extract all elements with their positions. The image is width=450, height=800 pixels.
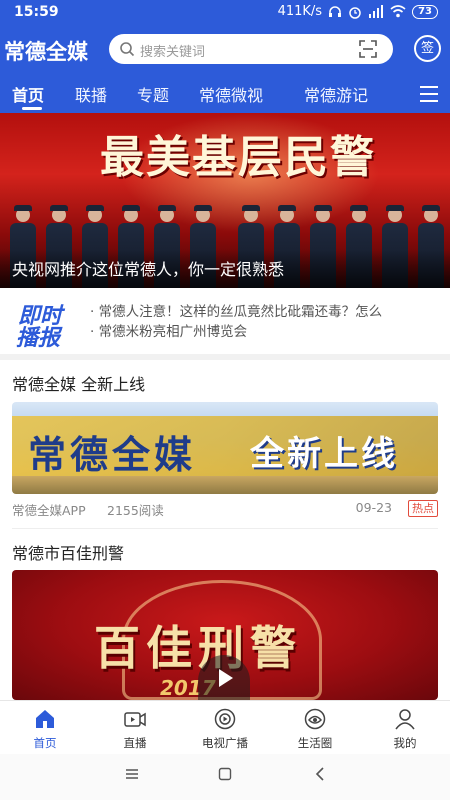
play-button[interactable] <box>198 655 250 700</box>
tab-topics[interactable]: 专题 <box>137 82 169 106</box>
flash-news-badge: 即时 播报 <box>12 298 80 351</box>
scan-icon[interactable] <box>359 40 377 58</box>
signal-icon <box>369 5 384 18</box>
alarm-icon <box>349 6 361 19</box>
article-title[interactable]: 常德全媒 全新上线 <box>12 371 145 395</box>
tab-changde-video[interactable]: 常德微视 <box>199 82 263 106</box>
article-divider <box>12 528 438 529</box>
back-icon[interactable] <box>312 766 328 782</box>
section-divider <box>0 354 450 360</box>
bottom-nav: 首页 直播 电视广播 生活圈 我的 <box>0 700 450 754</box>
image-text: 百佳刑警 <box>94 621 302 675</box>
hero-caption: 央视网推介这位常德人，你一定很熟悉 <box>12 260 285 279</box>
system-nav-bar <box>0 754 450 800</box>
flash-news-item[interactable]: · 常德米粉亮相广州博览会 <box>90 322 440 342</box>
article-source: 常德全媒APP <box>12 503 86 518</box>
active-tab-indicator <box>22 107 42 110</box>
article-date: 09-23 <box>355 500 392 515</box>
nav-label: 生活圈 <box>297 736 333 750</box>
image-text: 全新上线 <box>250 434 398 474</box>
channel-tabs: 首页 联播 专题 常德微视 常德游记 <box>0 82 450 110</box>
flash-news: 即时 播报 · 常德人注意！这样的丝瓜竟然比砒霜还毒？怎么 · 常德米粉亮相广州… <box>0 290 450 352</box>
status-icons: 411K/s 73 <box>278 4 438 19</box>
article-image[interactable]: 常德全媒 全新上线 <box>12 402 438 494</box>
home-icon <box>36 710 54 728</box>
tab-changde-travel[interactable]: 常德游记 <box>304 82 368 106</box>
app-logo: 常德全媒 <box>4 40 88 64</box>
search-box[interactable]: 搜索关键词 <box>109 34 393 64</box>
app-bar: 常德全媒 搜索关键词 签 <box>0 33 450 67</box>
nav-mine[interactable]: 我的 <box>360 707 450 751</box>
flash-news-item[interactable]: · 常德人注意！这样的丝瓜竟然比砒霜还毒？怎么 <box>90 302 440 322</box>
nav-label: 首页 <box>33 736 57 750</box>
article-title[interactable]: 常德市百佳刑警 <box>12 540 124 564</box>
search-icon <box>120 42 135 57</box>
signin-button[interactable]: 签 <box>414 35 441 62</box>
tv-broadcast-icon <box>214 708 236 730</box>
badge-line-2: 播报 <box>16 326 61 351</box>
hero-art-title: 最美基层民警 <box>100 132 376 183</box>
nav-label: 电视广播 <box>202 736 248 750</box>
battery-level: 73 <box>412 4 438 19</box>
app-header: 15:59 411K/s 73 常德全媒 搜索关键词 签 首页 联播 专题 常德… <box>0 0 450 113</box>
network-speed: 411K/s <box>277 4 323 19</box>
home-square-icon[interactable] <box>217 766 233 782</box>
image-text: 常德全媒 <box>28 433 197 477</box>
article-reads: 2155阅读 <box>107 503 164 518</box>
nav-life-circle[interactable]: 生活圈 <box>270 707 360 751</box>
status-bar: 15:59 411K/s 73 <box>0 0 450 26</box>
nav-tv-broadcast[interactable]: 电视广播 <box>180 707 270 751</box>
search-placeholder: 搜索关键词 <box>140 45 206 60</box>
channel-menu-icon[interactable] <box>420 86 438 107</box>
menu-icon[interactable] <box>124 766 140 782</box>
headset-icon <box>329 5 342 17</box>
wifi-icon <box>390 5 406 18</box>
nav-label: 我的 <box>393 736 417 750</box>
nav-label: 直播 <box>123 736 147 750</box>
hot-tag: 热点 <box>408 500 438 517</box>
play-icon <box>219 669 233 687</box>
tab-lianbo[interactable]: 联播 <box>75 82 107 106</box>
life-circle-icon <box>304 708 326 730</box>
live-camera-icon <box>124 712 146 727</box>
user-icon <box>395 709 415 730</box>
article-meta: 常德全媒APP 2155阅读 09-23 热点 <box>12 500 438 518</box>
hero-banner[interactable]: 最美基层民警 央视网推介这位常德人，你一定很熟悉 <box>0 113 450 288</box>
flash-news-list: · 常德人注意！这样的丝瓜竟然比砒霜还毒？怎么 · 常德米粉亮相广州博览会 <box>90 302 440 342</box>
tab-home[interactable]: 首页 <box>12 82 44 106</box>
nav-home[interactable]: 首页 <box>0 707 90 751</box>
status-time: 15:59 <box>14 4 59 20</box>
nav-live[interactable]: 直播 <box>90 707 180 751</box>
